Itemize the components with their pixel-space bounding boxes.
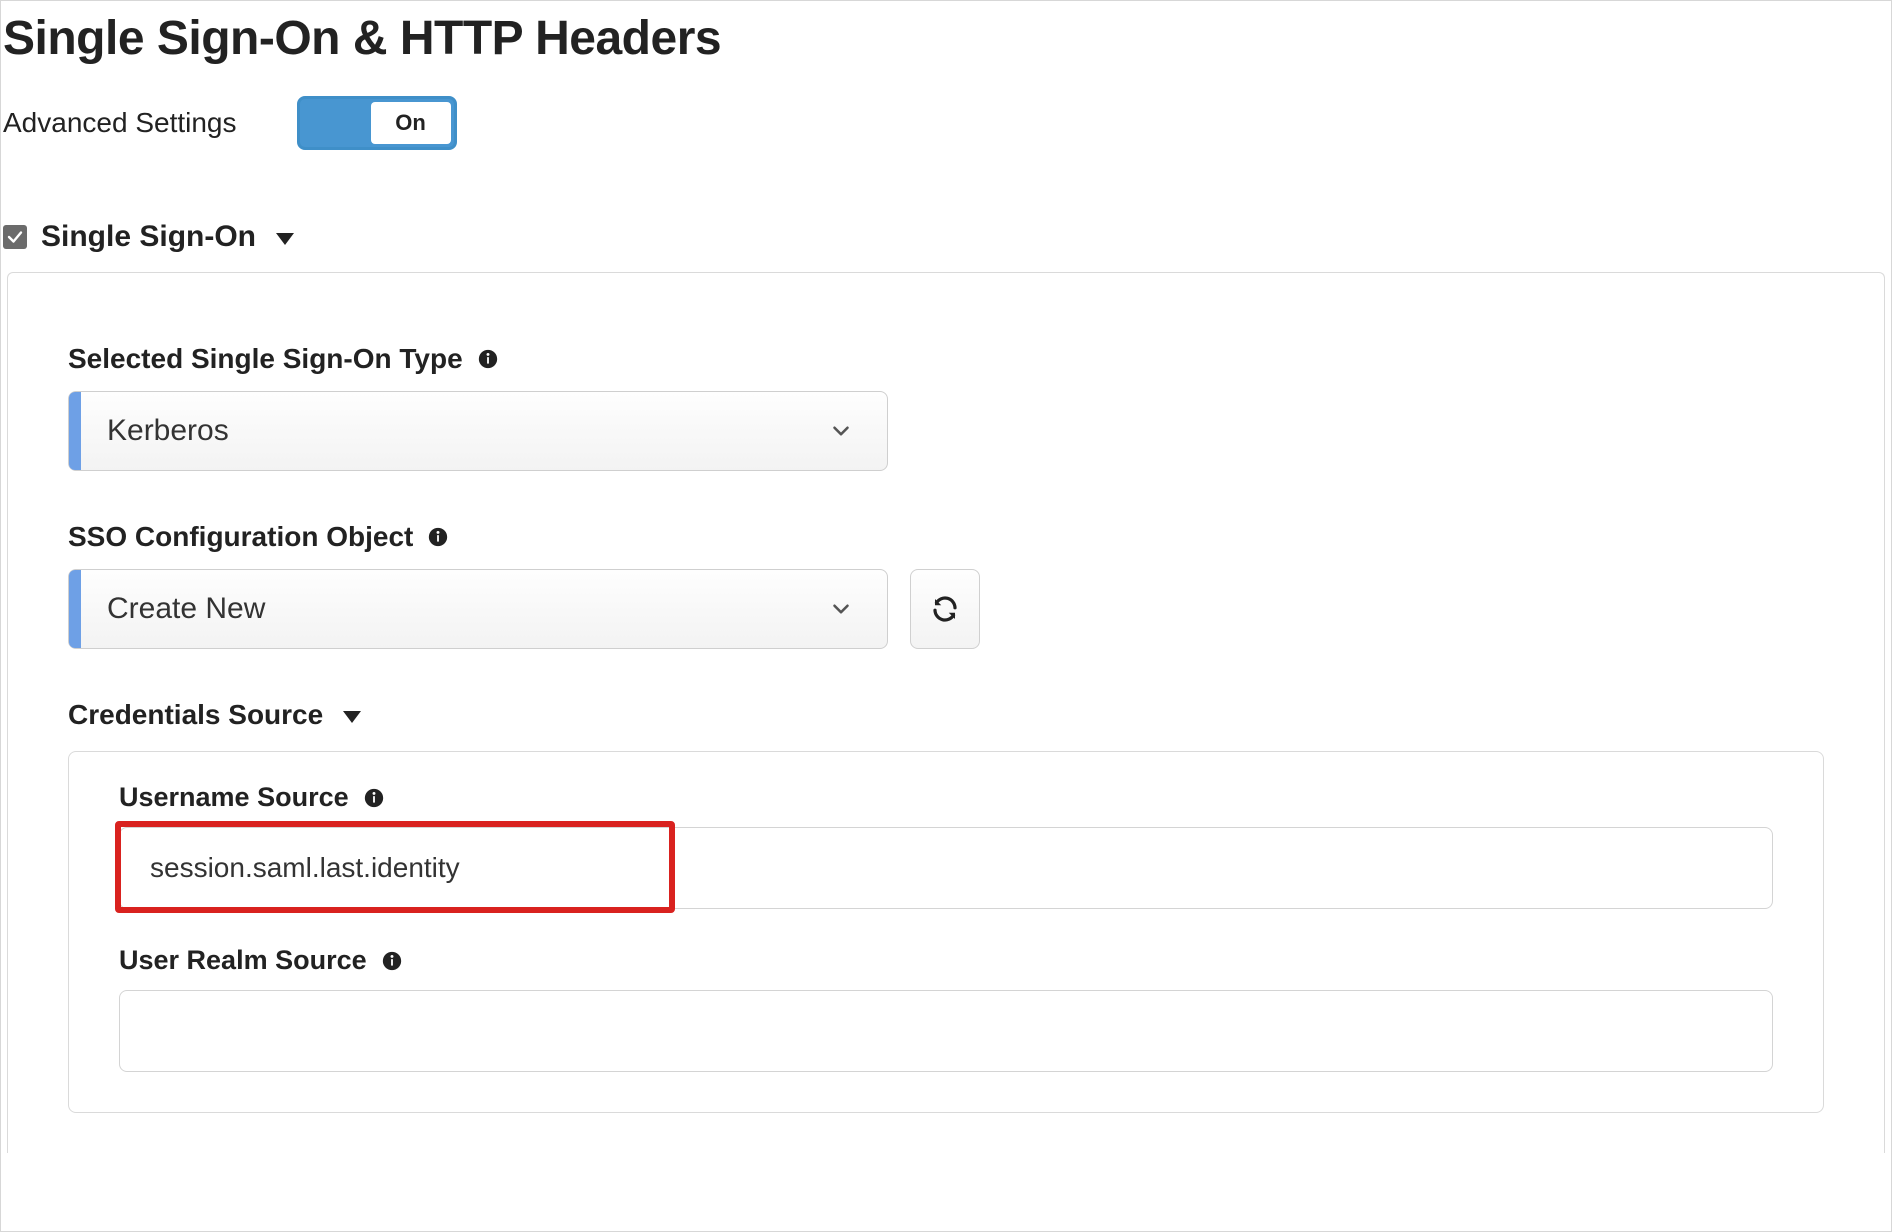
sso-section-title: Single Sign-On bbox=[41, 220, 256, 254]
sso-config-object-value: Create New bbox=[81, 592, 821, 626]
user-realm-source-input[interactable] bbox=[119, 990, 1773, 1072]
credentials-source-panel: Username Source User Realm Source bbox=[68, 751, 1824, 1113]
credentials-source-title: Credentials Source bbox=[68, 699, 323, 731]
sso-type-select[interactable]: Kerberos bbox=[68, 391, 888, 471]
info-icon[interactable] bbox=[427, 526, 449, 548]
select-active-bar bbox=[69, 392, 81, 470]
chevron-down-icon bbox=[821, 589, 861, 629]
username-source-label: Username Source bbox=[119, 782, 349, 813]
info-icon[interactable] bbox=[363, 787, 385, 809]
advanced-settings-label: Advanced Settings bbox=[3, 107, 237, 139]
sso-section-header[interactable]: Single Sign-On bbox=[1, 220, 1891, 254]
toggle-knob: On bbox=[371, 102, 451, 144]
caret-down-icon bbox=[276, 233, 294, 245]
sso-checkbox[interactable] bbox=[3, 225, 27, 249]
sso-config-object-label: SSO Configuration Object bbox=[68, 521, 413, 553]
select-active-bar bbox=[69, 570, 81, 648]
info-icon[interactable] bbox=[477, 348, 499, 370]
refresh-icon bbox=[930, 594, 960, 624]
chevron-down-icon bbox=[821, 411, 861, 451]
credentials-source-header[interactable]: Credentials Source bbox=[68, 699, 1824, 731]
check-icon bbox=[6, 228, 24, 246]
caret-down-icon bbox=[343, 711, 361, 723]
sso-panel: Selected Single Sign-On Type Kerberos SS… bbox=[7, 272, 1885, 1153]
page-title: Single Sign-On & HTTP Headers bbox=[1, 11, 1891, 66]
refresh-button[interactable] bbox=[910, 569, 980, 649]
sso-type-value: Kerberos bbox=[81, 414, 821, 448]
info-icon[interactable] bbox=[381, 950, 403, 972]
advanced-settings-toggle[interactable]: On bbox=[297, 96, 457, 150]
sso-type-label: Selected Single Sign-On Type bbox=[68, 343, 463, 375]
user-realm-source-label: User Realm Source bbox=[119, 945, 367, 976]
sso-config-object-select[interactable]: Create New bbox=[68, 569, 888, 649]
username-source-input[interactable] bbox=[119, 827, 1773, 909]
